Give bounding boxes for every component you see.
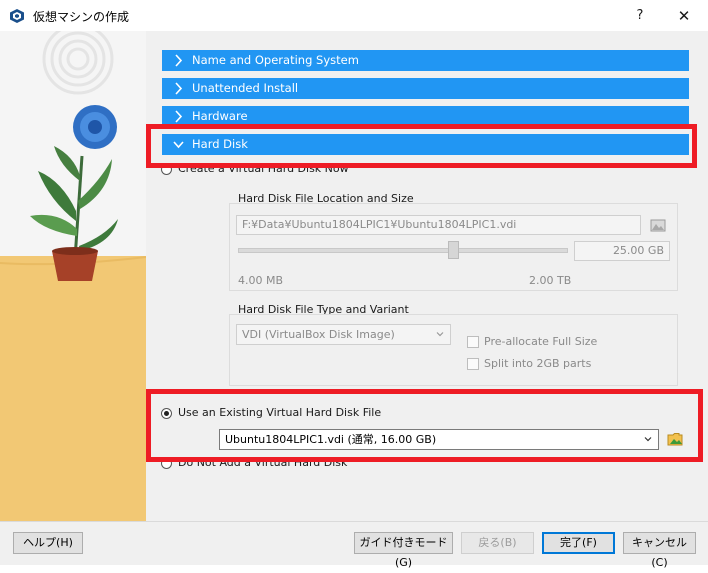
cancel-button[interactable]: キャンセル(C): [623, 532, 696, 569]
back-button[interactable]: 戻る(B): [461, 532, 534, 554]
guided-mode-button[interactable]: ガイド付きモード(G): [354, 532, 453, 569]
highlight-existing-disk: [146, 389, 703, 462]
size-min-label: 4.00 MB: [238, 274, 284, 287]
title-bar: 仮想マシンの作成 ? ✕: [0, 0, 708, 32]
finish-button[interactable]: 完了(F): [542, 532, 615, 554]
help-button[interactable]: ヘルプ(H): [13, 532, 83, 554]
preallocate-label: Pre-allocate Full Size: [484, 335, 598, 348]
chevron-right-icon: [175, 54, 183, 67]
disk-type-value: VDI (VirtualBox Disk Image): [242, 328, 395, 341]
button-bar: ヘルプ(H) ガイド付きモード(G) 戻る(B) 完了(F) キャンセル(C): [0, 521, 708, 569]
size-value-field[interactable]: 25.00 GB: [574, 241, 670, 261]
split-checkbox[interactable]: [467, 358, 479, 370]
section-unattended-install[interactable]: Unattended Install: [162, 78, 689, 99]
help-title-button[interactable]: ?: [630, 6, 650, 26]
file-path-field[interactable]: F:¥Data¥Ubuntu1804LPIC1¥Ubuntu1804LPIC1.…: [236, 215, 641, 235]
close-button[interactable]: ✕: [674, 6, 694, 26]
split-label: Split into 2GB parts: [484, 357, 592, 370]
section-label: Unattended Install: [192, 81, 299, 95]
section-label: Name and Operating System: [192, 53, 359, 67]
size-max-label: 2.00 TB: [529, 274, 572, 287]
flower-pot-illustration: [0, 31, 146, 521]
section-name-os[interactable]: Name and Operating System: [162, 50, 689, 71]
preallocate-checkbox[interactable]: [467, 336, 479, 348]
wizard-illustration: [0, 31, 146, 521]
chevron-right-icon: [175, 82, 183, 95]
size-slider-track[interactable]: [238, 248, 568, 253]
virtualbox-icon: [10, 9, 24, 23]
size-slider-thumb[interactable]: [448, 241, 459, 259]
highlight-hard-disk-header: [146, 124, 697, 168]
chevron-down-icon: [436, 332, 444, 337]
folder-browse-icon[interactable]: [649, 216, 667, 234]
window-title: 仮想マシンの作成: [33, 10, 130, 24]
disk-type-combo[interactable]: VDI (VirtualBox Disk Image): [236, 324, 451, 345]
